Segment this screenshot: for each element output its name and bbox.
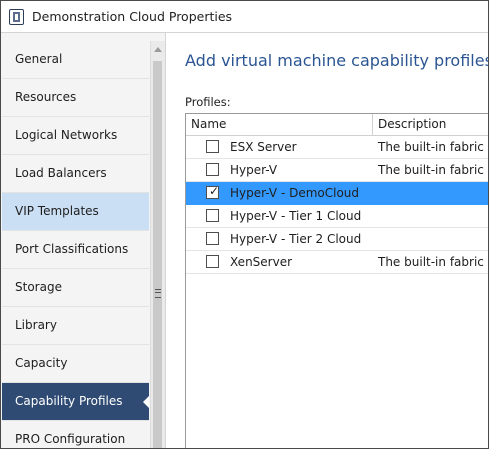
window-title: Demonstration Cloud Properties: [32, 9, 233, 24]
row-checkbox[interactable]: [206, 163, 219, 176]
table-row[interactable]: ESX Server The built-in fabric ca: [186, 136, 488, 159]
profile-description-cell: The built-in fabric ca: [378, 163, 488, 177]
sidebar-item-capacity[interactable]: Capacity: [2, 345, 149, 383]
column-header-description[interactable]: Description: [373, 114, 488, 135]
selection-pointer-icon: [143, 396, 149, 408]
title-bar: Demonstration Cloud Properties: [1, 1, 488, 33]
grip-lines-icon: [155, 289, 161, 298]
sidebar-item-vip-templates[interactable]: VIP Templates: [2, 193, 149, 231]
table-row[interactable]: Hyper-V - Tier 1 Cloud: [186, 205, 488, 228]
properties-window: Demonstration Cloud Properties General Re…: [0, 0, 489, 449]
sidebar-item-storage[interactable]: Storage: [2, 269, 149, 307]
app-window-icon: [9, 9, 24, 25]
scroll-up-arrow-icon[interactable]: [154, 47, 162, 52]
scroll-thumb[interactable]: [153, 61, 162, 448]
table-row[interactable]: Hyper-V - Tier 2 Cloud: [186, 228, 488, 251]
row-checkbox[interactable]: [206, 140, 219, 153]
sidebar-nav: General Resources Logical Networks Load Bal…: [2, 41, 149, 448]
sidebar-item-label: General: [15, 52, 63, 66]
table-row[interactable]: XenServer The built-in fabric ca: [186, 251, 488, 274]
row-checkbox[interactable]: ✓: [206, 184, 220, 199]
sidebar-item-label: Capability Profiles: [15, 394, 123, 408]
profile-description-cell: The built-in fabric ca: [378, 255, 488, 269]
profile-name-cell: Hyper-V: [230, 163, 278, 177]
table-header: Name Description: [186, 114, 488, 136]
row-checkbox[interactable]: [206, 209, 219, 222]
table-row[interactable]: Hyper-V The built-in fabric ca: [186, 159, 488, 182]
row-checkbox[interactable]: [206, 255, 219, 268]
row-checkbox[interactable]: [206, 232, 219, 245]
profile-description-cell: The built-in fabric ca: [378, 140, 488, 154]
profile-name-cell: ESX Server: [230, 140, 297, 154]
profile-name-cell: Hyper-V - DemoCloud: [230, 186, 360, 200]
checkmark-icon: ✓: [209, 184, 220, 198]
profiles-label: Profiles:: [185, 95, 231, 109]
sidebar-item-label: Logical Networks: [15, 128, 118, 142]
sidebar-item-general[interactable]: General: [2, 41, 149, 79]
profile-name-cell: XenServer: [230, 255, 293, 269]
sidebar-item-label: Capacity: [15, 356, 68, 370]
sidebar-item-label: Load Balancers: [15, 166, 107, 180]
sidebar-item-label: VIP Templates: [15, 204, 99, 218]
sidebar: General Resources Logical Networks Load Bal…: [1, 33, 165, 448]
main-content: Add virtual machine capability profiles …: [165, 33, 488, 448]
sidebar-item-label: Resources: [15, 90, 77, 104]
column-header-name[interactable]: Name: [186, 114, 373, 135]
sidebar-item-capability-profiles[interactable]: Capability Profiles: [2, 383, 149, 421]
sidebar-item-label: Library: [15, 318, 57, 332]
sidebar-item-pro-configuration[interactable]: PRO Configuration: [2, 421, 149, 448]
sidebar-item-library[interactable]: Library: [2, 307, 149, 345]
page-heading: Add virtual machine capability profiles …: [185, 51, 489, 70]
profile-name-cell: Hyper-V - Tier 2 Cloud: [230, 232, 362, 246]
sidebar-item-label: Storage: [15, 280, 62, 294]
sidebar-item-label: PRO Configuration: [15, 432, 126, 446]
sidebar-scrollbar[interactable]: [150, 41, 165, 448]
sidebar-item-logical-networks[interactable]: Logical Networks: [2, 117, 149, 155]
sidebar-item-load-balancers[interactable]: Load Balancers: [2, 155, 149, 193]
profile-name-cell: Hyper-V - Tier 1 Cloud: [230, 209, 362, 223]
sidebar-item-resources[interactable]: Resources: [2, 79, 149, 117]
sidebar-item-label: Port Classifications: [15, 242, 129, 256]
profiles-table: Name Description ESX Server The built-in …: [185, 113, 488, 448]
sidebar-item-port-classifications[interactable]: Port Classifications: [2, 231, 149, 269]
table-row[interactable]: ✓ Hyper-V - DemoCloud: [186, 182, 488, 205]
